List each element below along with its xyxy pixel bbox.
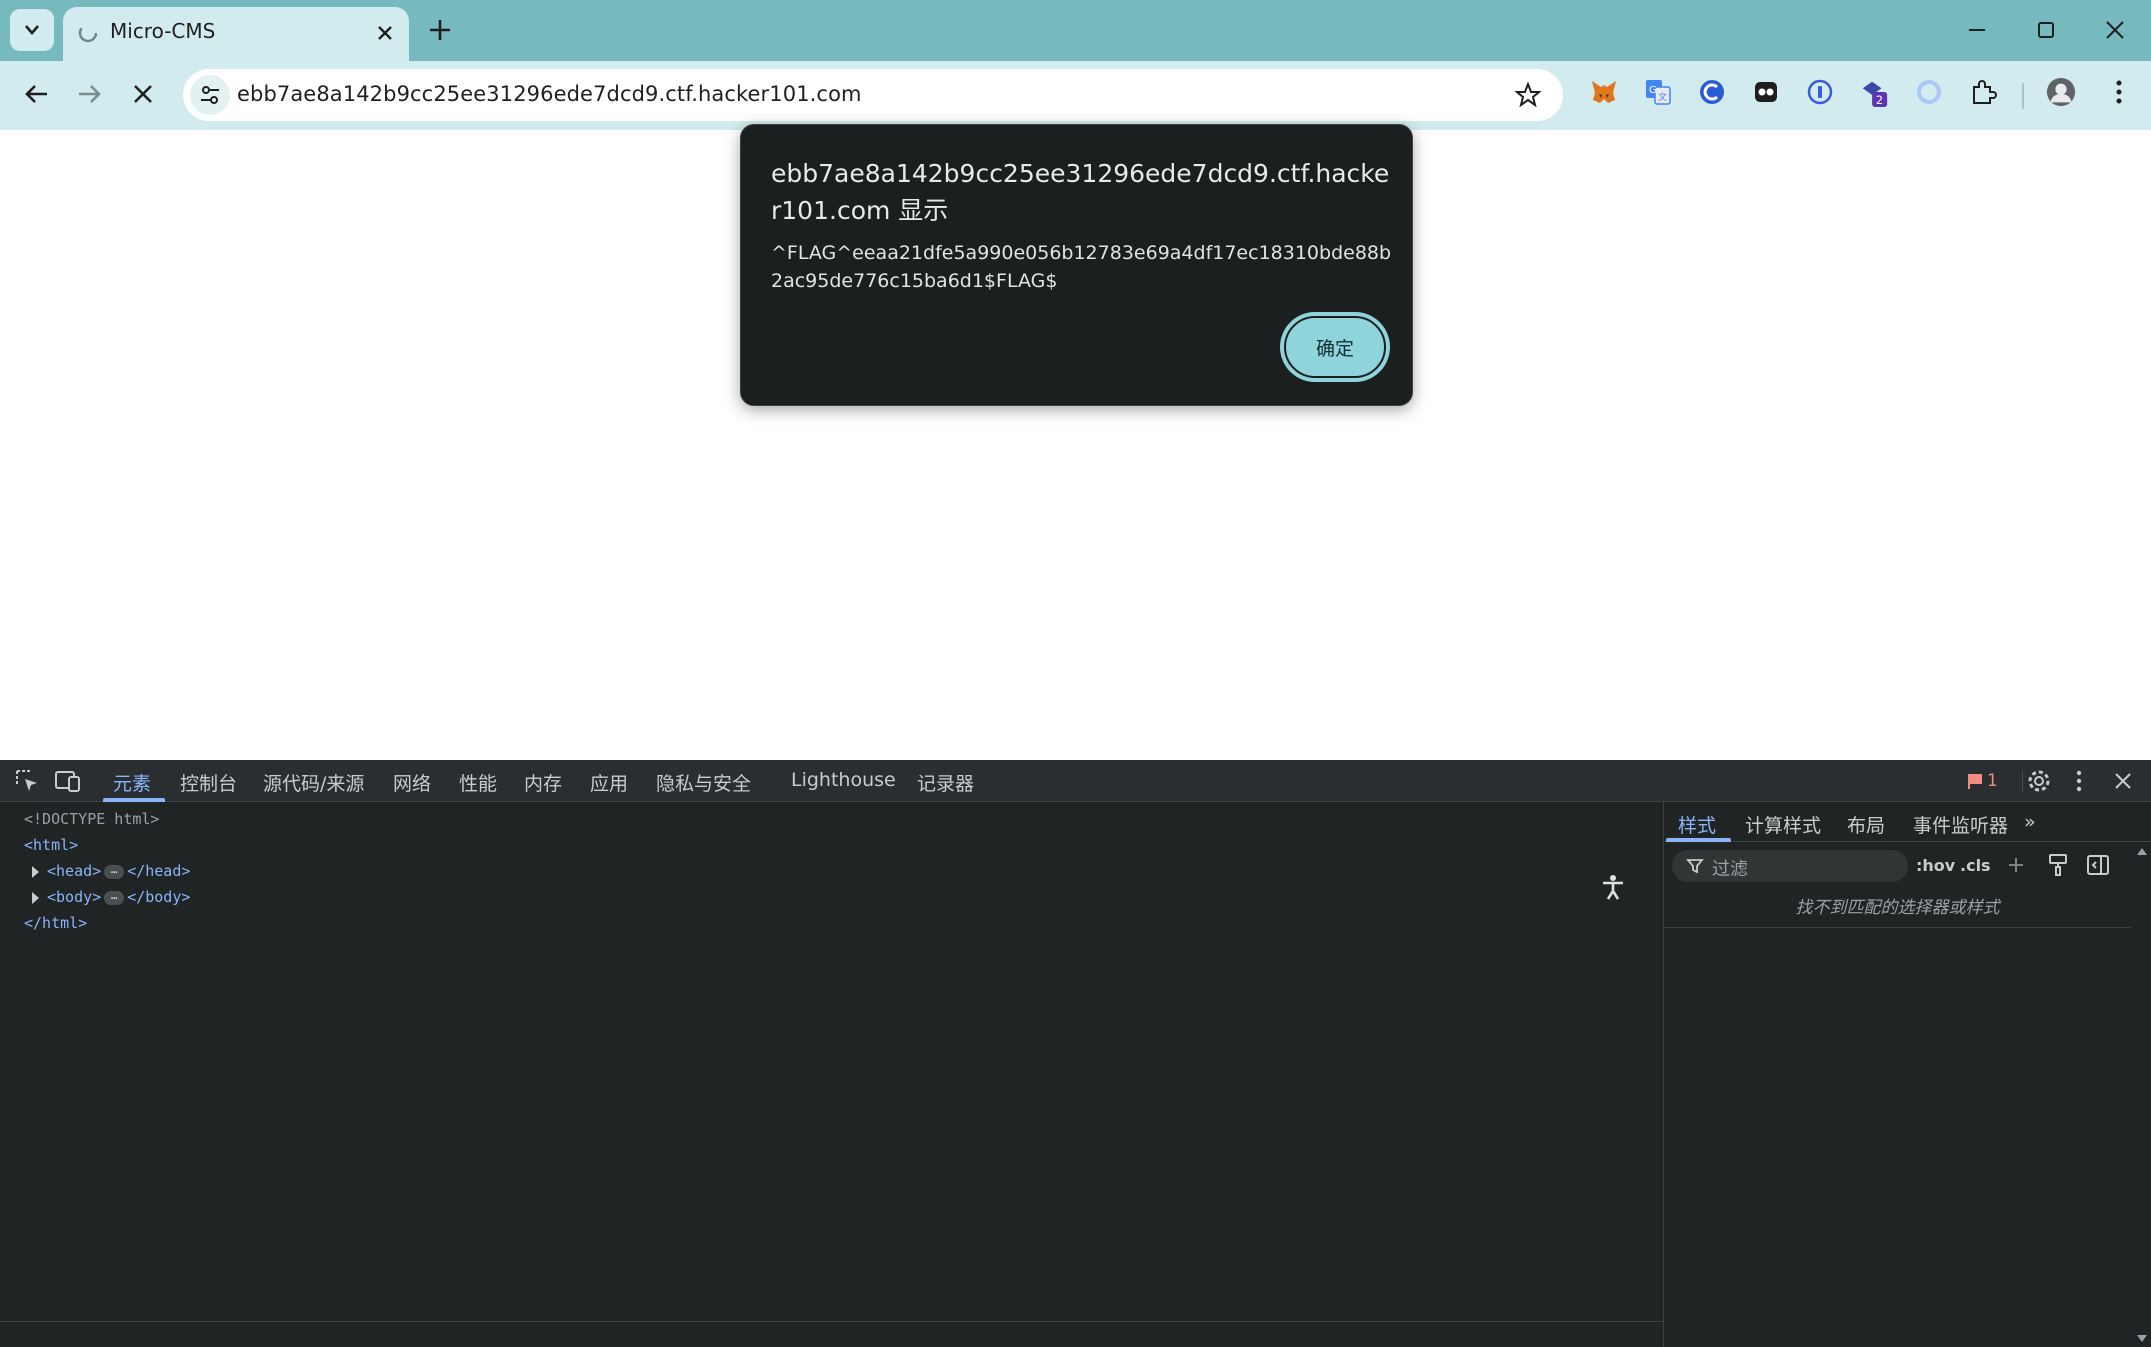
- close-tab-icon[interactable]: [373, 21, 397, 45]
- issue-flag-icon: [1968, 774, 1982, 789]
- head-open-tag: <head>: [47, 862, 102, 880]
- extensions-puzzle-icon[interactable]: [1968, 77, 1998, 107]
- styles-tabbar: 样式 计算样式 布局 事件监听器 »: [1664, 802, 2151, 842]
- styles-active-indicator: [1666, 838, 1731, 842]
- tab-performance[interactable]: 性能: [459, 769, 497, 796]
- styles-sidebar: 样式 计算样式 布局 事件监听器 » 过滤 :hov .cls 找不到匹配的选择…: [1663, 802, 2151, 1347]
- close-window-icon[interactable]: [2101, 16, 2129, 44]
- dialog-origin: ebb7ae8a142b9cc25ee31296ede7dcd9.ctf.hac…: [771, 159, 1390, 225]
- device-toolbar-icon[interactable]: [54, 768, 82, 794]
- more-tabs-icon[interactable]: »: [2024, 811, 2036, 833]
- elements-tree: <!DOCTYPE html> <html> <head>… </head> <b…: [0, 802, 1663, 1347]
- paint-brush-icon[interactable]: [2047, 853, 2069, 877]
- elements-breadcrumb-divider: [0, 1321, 1663, 1322]
- scroll-up-icon[interactable]: [2136, 846, 2148, 856]
- tab-console[interactable]: 控制台: [180, 769, 237, 796]
- tab-search-button[interactable]: [10, 9, 54, 51]
- forward-icon[interactable]: [74, 79, 104, 109]
- extension-mask-icon[interactable]: [1751, 77, 1781, 107]
- filter-placeholder: 过滤: [1712, 859, 1748, 880]
- dialog-message: ^FLAG^eeaa21dfe5a990e056b12783e69a4df17e…: [771, 242, 1392, 292]
- filter-icon: [1686, 859, 1704, 874]
- html-open-tag: <html>: [24, 836, 79, 854]
- new-tab-icon[interactable]: [425, 15, 455, 45]
- body-node[interactable]: <body>… </body>: [32, 888, 190, 906]
- favicon-icon: [78, 23, 98, 43]
- site-info-button[interactable]: [190, 75, 230, 115]
- collapsed-ellipsis[interactable]: …: [104, 864, 125, 879]
- tab-lighthouse[interactable]: Lighthouse: [791, 769, 896, 791]
- html-close-tag: </html>: [24, 914, 88, 932]
- doctype-text: <!DOCTYPE html>: [24, 810, 160, 828]
- tab-title: Micro-CMS: [110, 19, 216, 43]
- accessibility-icon[interactable]: [1598, 872, 1628, 902]
- title-bar: Micro-CMS: [0, 0, 2151, 61]
- password-manager-icon[interactable]: [1805, 77, 1835, 107]
- tab-network[interactable]: 网络: [393, 769, 431, 796]
- translate-extension-icon[interactable]: G文: [1643, 77, 1673, 107]
- svg-text:G: G: [1649, 85, 1657, 96]
- body-open-tag: <body>: [47, 888, 102, 906]
- styles-filter-input[interactable]: 过滤: [1672, 850, 1908, 882]
- extension-ring-icon[interactable]: [1914, 77, 1944, 107]
- issues-count: 1: [1987, 771, 1998, 791]
- back-icon[interactable]: [22, 79, 52, 109]
- hov-toggle[interactable]: :hov: [1916, 856, 1955, 875]
- devtools-panel: 元素 控制台 源代码/来源 网络 性能 内存 应用 隐私与安全 Lighthou…: [0, 760, 2151, 1347]
- expand-caret-icon[interactable]: [32, 891, 39, 904]
- expand-caret-icon[interactable]: [32, 865, 39, 878]
- tab-event-listeners[interactable]: 事件监听器: [1913, 811, 2008, 838]
- doctype-node[interactable]: <!DOCTYPE html>: [24, 810, 159, 828]
- tab-computed[interactable]: 计算样式: [1745, 811, 1821, 838]
- scroll-down-icon[interactable]: [2136, 1334, 2148, 1344]
- tab-privacy-security[interactable]: 隐私与安全: [656, 769, 751, 796]
- cls-toggle[interactable]: .cls: [1960, 856, 1991, 875]
- address-bar[interactable]: ebb7ae8a142b9cc25ee31296ede7dcd9.ctf.hac…: [183, 69, 1563, 121]
- tab-sources[interactable]: 源代码/来源: [263, 769, 364, 796]
- alert-dialog: ebb7ae8a142b9cc25ee31296ede7dcd9.ctf.hac…: [740, 124, 1413, 406]
- collapsed-ellipsis[interactable]: …: [104, 890, 125, 905]
- close-devtools-icon[interactable]: [2110, 768, 2136, 794]
- browser-menu-icon[interactable]: [2104, 77, 2134, 107]
- html-close-node[interactable]: </html>: [24, 914, 87, 932]
- profile-avatar[interactable]: [2046, 77, 2076, 107]
- styles-scrollbar[interactable]: [2131, 844, 2151, 1347]
- settings-gear-icon[interactable]: [2026, 768, 2052, 794]
- maximize-icon[interactable]: [2032, 16, 2060, 44]
- devtools-tabbar: 元素 控制台 源代码/来源 网络 性能 内存 应用 隐私与安全 Lighthou…: [0, 760, 2151, 802]
- tab-layout[interactable]: 布局: [1847, 811, 1885, 838]
- head-close-tag: </head>: [127, 862, 191, 880]
- toolbar-divider: [2022, 83, 2024, 109]
- tab-elements[interactable]: 元素: [113, 769, 151, 796]
- bookmark-star-icon[interactable]: [1515, 82, 1541, 108]
- body-close-tag: </body>: [127, 888, 191, 906]
- toolbar: ebb7ae8a142b9cc25ee31296ede7dcd9.ctf.hac…: [0, 61, 2151, 130]
- issues-badge[interactable]: 1: [1967, 768, 1998, 794]
- toggle-sidebar-icon[interactable]: [2086, 853, 2110, 877]
- browser-window: Micro-CMS ebb7ae8a142b9cc25ee31296ede7dc…: [0, 0, 2151, 1347]
- metamask-extension-icon[interactable]: [1589, 77, 1619, 107]
- devtools-menu-icon[interactable]: [2074, 768, 2084, 794]
- html-node[interactable]: <html>: [24, 836, 78, 854]
- ok-button[interactable]: 确定: [1281, 313, 1389, 381]
- svg-text:文: 文: [1658, 91, 1667, 103]
- extension-cube-icon[interactable]: 2: [1859, 77, 1889, 107]
- tab-recorder[interactable]: 记录器: [917, 769, 974, 796]
- chevron-down-icon: [25, 25, 39, 35]
- head-node[interactable]: <head>… </head>: [32, 862, 190, 880]
- extension-badge: 2: [1876, 94, 1883, 107]
- tab-styles[interactable]: 样式: [1678, 811, 1716, 838]
- tab-memory[interactable]: 内存: [524, 769, 562, 796]
- tab-application[interactable]: 应用: [590, 769, 628, 796]
- new-style-rule-icon[interactable]: [2006, 854, 2030, 878]
- url-text[interactable]: ebb7ae8a142b9cc25ee31296ede7dcd9.ctf.hac…: [237, 82, 862, 106]
- devtools-divider: [2022, 771, 2023, 793]
- stop-loading-icon[interactable]: [128, 79, 158, 109]
- tune-icon: [201, 86, 219, 104]
- minimize-icon[interactable]: [1963, 16, 1991, 44]
- inspect-element-icon[interactable]: [14, 768, 40, 794]
- browser-tab[interactable]: Micro-CMS: [63, 7, 409, 61]
- no-matching-styles-text: 找不到匹配的选择器或样式: [1664, 888, 2131, 928]
- extension-c-icon[interactable]: [1697, 77, 1727, 107]
